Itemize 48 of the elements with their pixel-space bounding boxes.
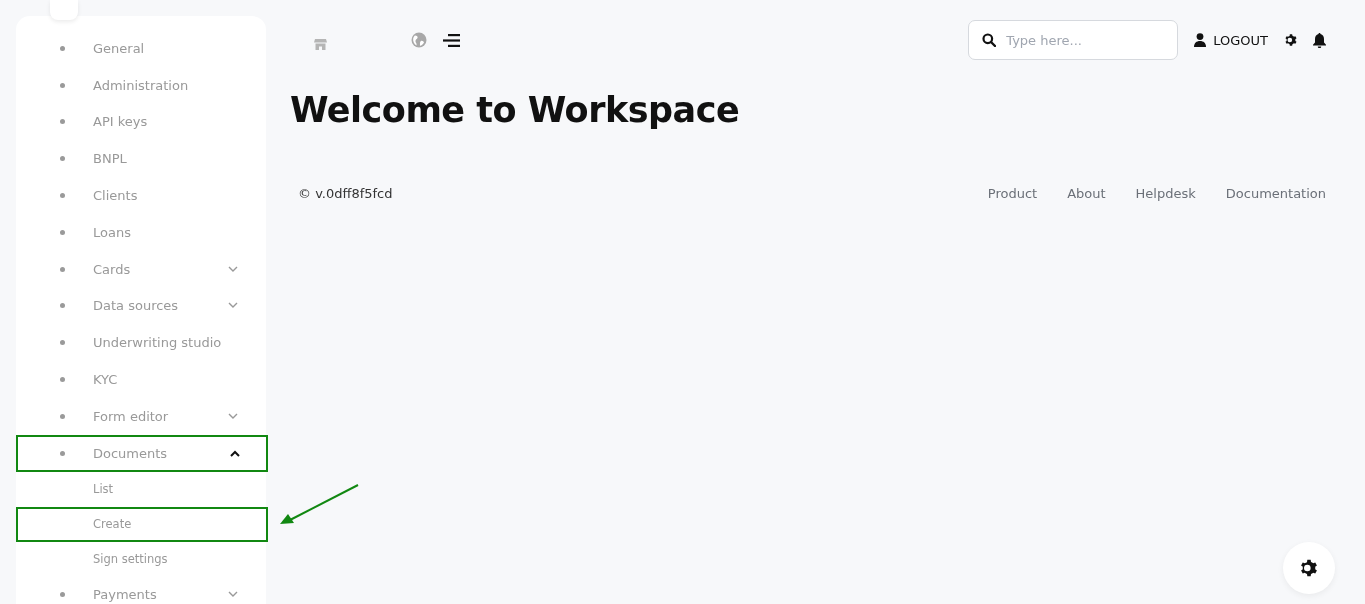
sidebar-item[interactable]: Loans <box>16 214 266 251</box>
bullet-icon <box>60 377 65 383</box>
bullet-icon <box>60 119 65 125</box>
sidebar-item[interactable]: General <box>16 30 266 67</box>
bullet-icon <box>60 413 65 419</box>
footer-link[interactable]: Helpdesk <box>1135 186 1196 201</box>
bullet-icon <box>60 229 65 235</box>
bullet-icon <box>60 193 65 199</box>
bullet-icon <box>60 82 65 88</box>
sidebar-subitem[interactable]: Sign settings <box>16 541 266 577</box>
sidebar-item[interactable]: Cards <box>16 250 266 288</box>
sidebar-item[interactable]: BNPL <box>16 140 266 178</box>
footer-link[interactable]: About <box>1067 186 1106 201</box>
bullet-icon <box>60 156 65 162</box>
logout-button[interactable]: LOGOUT <box>1194 32 1268 48</box>
bullet-icon <box>60 303 65 309</box>
bullet-icon <box>60 266 65 272</box>
page-title: Welcome to Workspace <box>290 90 741 130</box>
sidebar-item[interactable]: Administration <box>16 66 266 104</box>
chevron-up-icon <box>230 449 240 457</box>
sidebar-item[interactable]: Clients <box>16 177 266 214</box>
search-field[interactable]: Type here... <box>968 20 1179 60</box>
sidebar-item[interactable]: API keys <box>16 103 266 141</box>
chevron-down-icon <box>228 302 238 310</box>
settings-icon[interactable] <box>1284 33 1298 47</box>
chevron-down-icon <box>228 265 238 273</box>
person-icon <box>1194 33 1207 47</box>
sidebar-item[interactable]: KYC <box>16 361 266 398</box>
sidebar-item[interactable]: Form editor <box>16 397 266 435</box>
bullet-icon <box>60 340 65 346</box>
settings-icon <box>1299 558 1319 578</box>
chevron-down-icon <box>228 591 238 599</box>
footer-link[interactable]: Product <box>987 186 1038 201</box>
bullet-icon <box>60 45 65 51</box>
menu-icon[interactable] <box>443 33 461 47</box>
sidebar-subitem[interactable]: Create <box>16 506 268 542</box>
bell-icon[interactable] <box>1313 32 1326 48</box>
bullet-icon <box>60 592 65 598</box>
sidebar-subitem[interactable]: List <box>16 471 266 507</box>
chevron-down-icon <box>228 412 238 420</box>
bullet-icon <box>60 450 65 456</box>
version-text: © v.0dff8f5fcd <box>298 186 393 201</box>
sidebar-item[interactable]: Underwriting studio <box>16 324 266 362</box>
settings-button[interactable] <box>1283 542 1335 594</box>
footer-link[interactable]: Documentation <box>1225 186 1326 201</box>
sidebar-item[interactable]: Data sources <box>16 287 266 325</box>
sidebar-item[interactable]: Documents <box>16 434 268 472</box>
sidebar-item[interactable]: Payments <box>16 576 266 604</box>
